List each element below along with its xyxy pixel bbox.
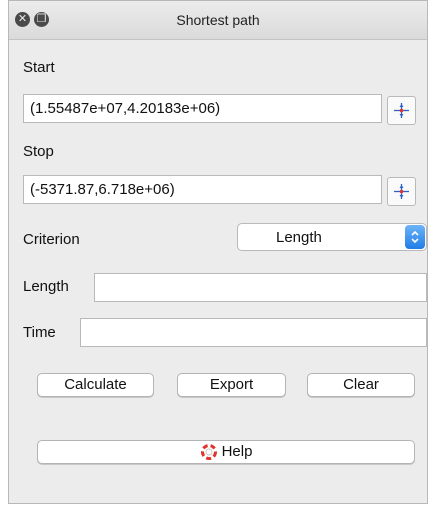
capture-point-icon bbox=[394, 103, 409, 118]
shortest-path-panel: ✕ ❐ Shortest path Start Stop Criterion L… bbox=[8, 0, 428, 504]
start-field[interactable] bbox=[23, 94, 382, 123]
calculate-button[interactable]: Calculate bbox=[37, 373, 154, 397]
stop-capture-button[interactable] bbox=[387, 177, 416, 206]
start-label: Start bbox=[23, 59, 55, 76]
help-label: Help bbox=[221, 443, 253, 460]
start-capture-button[interactable] bbox=[387, 96, 416, 125]
window-title: Shortest path bbox=[176, 12, 260, 28]
chevron-updown-icon bbox=[405, 225, 425, 249]
capture-point-icon bbox=[394, 184, 409, 199]
export-button[interactable]: Export bbox=[177, 373, 286, 397]
criterion-label: Criterion bbox=[23, 231, 80, 248]
criterion-select[interactable]: Length bbox=[237, 223, 427, 251]
stop-label: Stop bbox=[23, 143, 54, 160]
clear-button[interactable]: Clear bbox=[307, 373, 415, 397]
stop-field[interactable] bbox=[23, 175, 382, 204]
criterion-selected: Length bbox=[276, 229, 322, 246]
help-icon bbox=[200, 444, 217, 460]
help-button[interactable]: Help bbox=[37, 440, 415, 464]
time-field[interactable] bbox=[80, 318, 427, 347]
length-field[interactable] bbox=[94, 273, 427, 302]
length-label: Length bbox=[23, 278, 69, 295]
time-label: Time bbox=[23, 324, 56, 341]
title-bar: ✕ ❐ Shortest path bbox=[9, 1, 427, 40]
